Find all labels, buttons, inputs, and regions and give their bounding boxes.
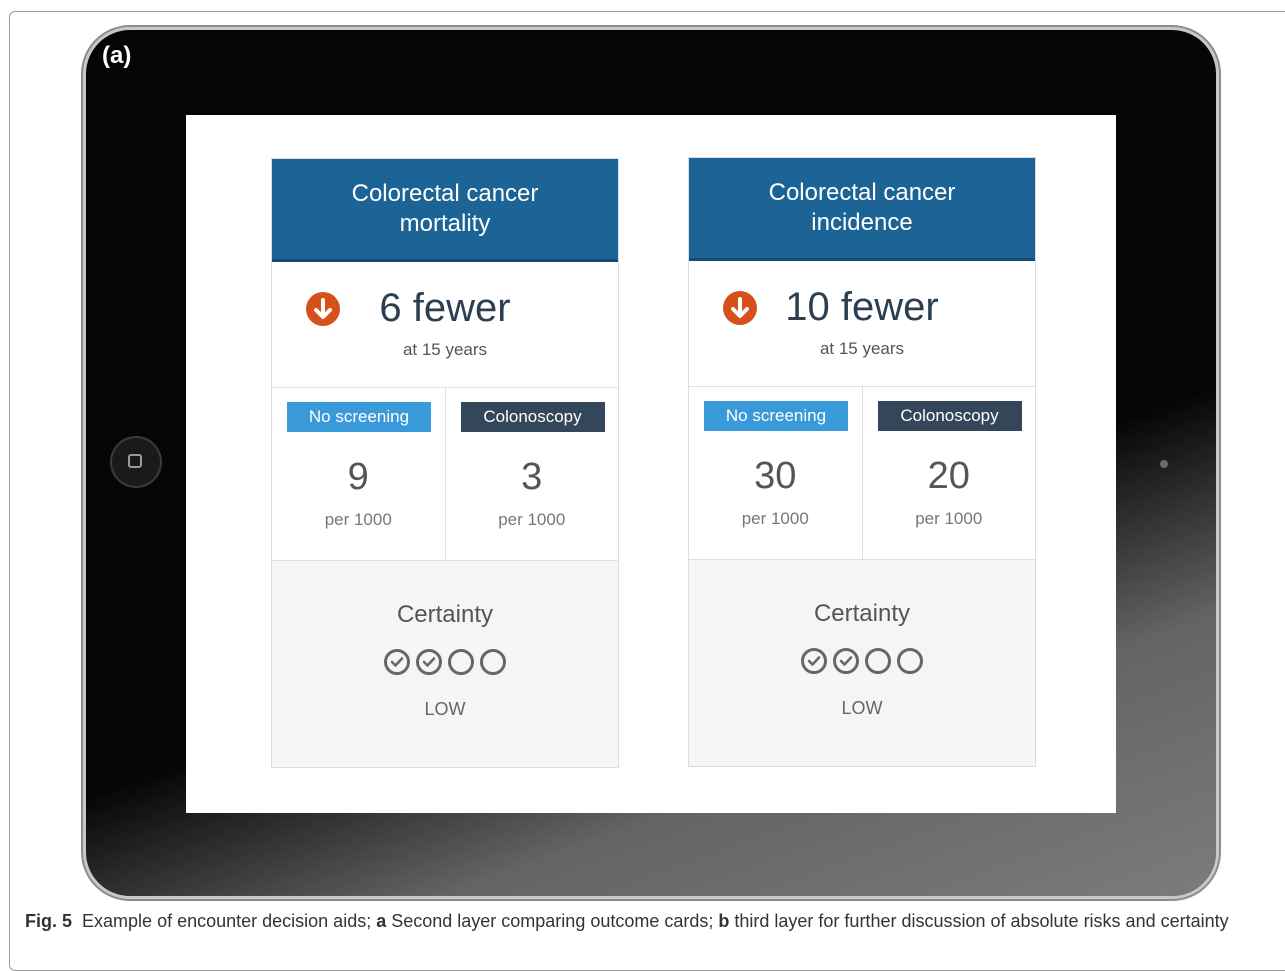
effect-timeframe: at 15 years — [402, 340, 488, 359]
comparison-colonoscopy: Colonoscopy 3 per 1000 — [444, 388, 619, 560]
comparison-section: No screening 9 per 1000 Colonoscopy 3 pe… — [272, 388, 618, 561]
colonoscopy-value: 20 — [927, 455, 970, 497]
card-header: Colorectal cancer incidence — [689, 158, 1035, 261]
figure-label: (a) — [102, 42, 132, 69]
certainty-check-icon — [801, 648, 827, 674]
caption-b: b — [718, 911, 730, 931]
colonoscopy-value: 3 — [521, 456, 543, 498]
certainty-section: Certainty LOW — [272, 561, 618, 767]
certainty-title: Certainty — [396, 601, 494, 628]
effect-section: 6 fewer at 15 years — [272, 262, 618, 388]
effect-section: 10 fewer at 15 years — [689, 261, 1035, 387]
certainty-empty-icon — [448, 649, 474, 675]
comparison-section: No screening 30 per 1000 Colonoscopy 20 … — [689, 387, 1035, 560]
home-square-icon — [128, 454, 142, 468]
comparison-no-screening: No screening 9 per 1000 — [272, 388, 445, 560]
certainty-check-icon — [416, 649, 442, 675]
no-screening-tag: No screening — [287, 402, 431, 432]
certainty-check-icon — [384, 649, 410, 675]
no-screening-unit: per 1000 — [741, 509, 809, 528]
no-screening-value: 30 — [754, 455, 797, 497]
outcome-card-incidence: Colorectal cancer incidence 10 fewer at … — [688, 157, 1036, 767]
card-title: Colorectal cancer incidence — [768, 179, 956, 236]
caption-text-2: Second layer comparing outcome cards; — [386, 911, 719, 931]
tablet-device: (a) Colorectal cancer mortality 6 fewer … — [86, 30, 1216, 896]
effect-value: 6 fewer — [379, 286, 511, 330]
certainty-empty-icon — [865, 648, 891, 674]
colonoscopy-unit: per 1000 — [915, 509, 983, 528]
home-button — [110, 436, 162, 488]
comparison-no-screening: No screening 30 per 1000 — [689, 387, 862, 559]
certainty-empty-icon — [480, 649, 506, 675]
no-screening-unit: per 1000 — [324, 510, 392, 529]
caption-text-3: third layer for further discussion of ab… — [729, 911, 1229, 931]
card-header: Colorectal cancer mortality — [272, 159, 618, 262]
outcome-card-mortality: Colorectal cancer mortality 6 fewer at 1… — [271, 158, 619, 768]
caption-text-1: Example of encounter decision aids; — [82, 911, 377, 931]
caption-a: a — [376, 911, 387, 931]
colonoscopy-tag: Colonoscopy — [460, 402, 605, 432]
effect-value: 10 fewer — [785, 285, 939, 329]
comparison-colonoscopy: Colonoscopy 20 per 1000 — [861, 387, 1036, 559]
no-screening-tag: No screening — [704, 401, 848, 431]
certainty-level: LOW — [841, 698, 883, 718]
colonoscopy-unit: per 1000 — [498, 510, 566, 529]
camera-dot — [1160, 460, 1168, 468]
certainty-empty-icon — [897, 648, 923, 674]
certainty-check-icon — [833, 648, 859, 674]
no-screening-value: 9 — [347, 456, 369, 498]
card-title: Colorectal cancer mortality — [351, 180, 539, 237]
tablet-screen: Colorectal cancer mortality 6 fewer at 1… — [186, 115, 1116, 813]
effect-timeframe: at 15 years — [819, 339, 905, 358]
figure-caption: Fig. 5 Example of encounter decision aid… — [25, 908, 1265, 934]
certainty-rating — [689, 648, 1035, 674]
certainty-section: Certainty LOW — [689, 560, 1035, 766]
colonoscopy-tag: Colonoscopy — [877, 401, 1022, 431]
certainty-title: Certainty — [813, 600, 911, 627]
certainty-rating — [272, 649, 618, 675]
certainty-level: LOW — [424, 699, 466, 719]
caption-fig-label: Fig. 5 — [25, 911, 73, 931]
